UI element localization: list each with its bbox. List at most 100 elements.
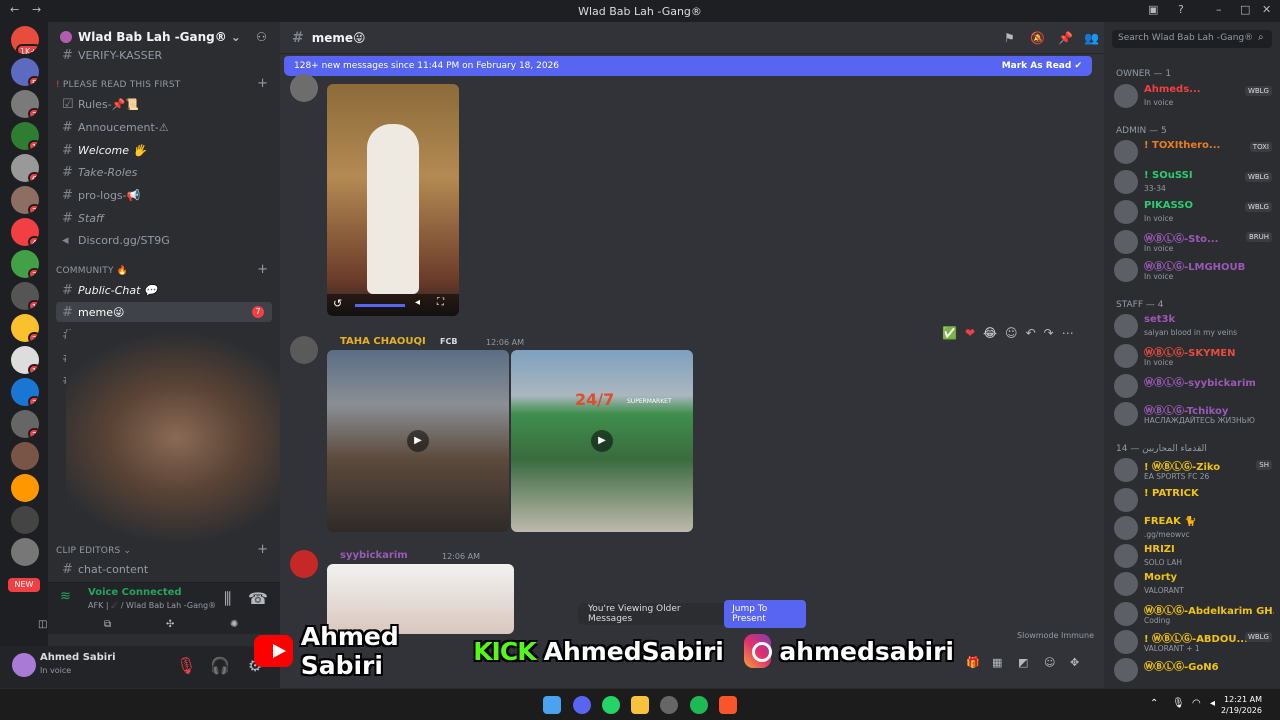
pin-icon[interactable]: 📌 xyxy=(1058,31,1073,45)
check-reaction-icon[interactable]: ✅ xyxy=(942,326,957,340)
screenshare-icon[interactable]: ⧉ xyxy=(104,619,111,630)
member-list-icon[interactable]: 👥 xyxy=(1084,31,1099,45)
signal-icon[interactable]: ≋ xyxy=(60,589,71,604)
search-input[interactable]: Search Wlad Bab Lah -Gang® xyxy=(1112,30,1272,48)
member-item[interactable]: ⓌⒷⓁⒼ-Abdelkarim GH... Coding xyxy=(1112,600,1278,628)
add-channel-icon[interactable]: + xyxy=(257,76,268,91)
replay-icon[interactable]: ↺ xyxy=(333,297,342,310)
avatar[interactable] xyxy=(1114,230,1138,254)
wifi-icon[interactable]: ◠ xyxy=(1192,698,1201,709)
server-icon[interactable] xyxy=(11,506,39,534)
server-icon[interactable] xyxy=(11,442,39,470)
member-item[interactable]: ⓌⒷⓁⒼ-syybickarim xyxy=(1112,372,1278,400)
channel-take-roles[interactable]: # Take-Roles xyxy=(56,162,272,182)
soundboard-button-icon[interactable]: ✺ xyxy=(230,619,238,630)
maximize-icon[interactable]: □ xyxy=(1240,3,1250,16)
search-icon[interactable]: ⌕ xyxy=(1258,32,1264,43)
whatsapp-icon[interactable] xyxy=(602,696,620,714)
video-attachment[interactable]: 24/7 SUPERMARKET ▶ xyxy=(511,350,693,532)
app-icon[interactable] xyxy=(660,696,678,714)
avatar[interactable] xyxy=(1114,658,1138,682)
spotify-icon[interactable] xyxy=(690,696,708,714)
avatar[interactable] xyxy=(1114,84,1138,108)
channel-public-chat[interactable]: # Public-Chat 💬 xyxy=(56,280,272,300)
start-icon[interactable] xyxy=(543,696,561,714)
add-channel-icon[interactable]: + xyxy=(257,542,268,557)
avatar[interactable] xyxy=(1114,572,1138,596)
member-item[interactable]: Ahmeds... In voice WBLG xyxy=(1112,82,1278,110)
member-item[interactable]: ! SOuSSI 33-34 WBLG xyxy=(1112,168,1278,196)
avatar[interactable] xyxy=(1114,630,1138,654)
jump-to-present-button[interactable]: Jump To Present xyxy=(724,600,806,628)
laugh-reaction-icon[interactable]: 😂 xyxy=(983,326,997,340)
member-item[interactable]: ⓌⒷⓁⒼ-GoN6 xyxy=(1112,656,1278,684)
tray-chevron-icon[interactable]: ⌃ xyxy=(1150,698,1158,709)
avatar[interactable] xyxy=(1114,200,1138,224)
avatar[interactable] xyxy=(1114,516,1138,540)
server-icon-home[interactable]: 1K+ xyxy=(11,26,39,54)
member-item[interactable]: ⓌⒷⓁⒼ-Sto... In voice BRUH xyxy=(1112,228,1278,256)
server-icon[interactable]: 2 xyxy=(11,314,39,342)
headphones-icon[interactable]: 🎧 xyxy=(210,656,230,675)
avatar[interactable] xyxy=(1114,402,1138,426)
channel-annoucement[interactable]: # Annoucement-⚠ xyxy=(56,117,272,137)
category-read-first[interactable]: ! PLEASE READ THIS FIRST xyxy=(56,80,181,90)
member-item[interactable]: set3k saiyan blood in my veins xyxy=(1112,312,1278,340)
server-icon[interactable]: 1 xyxy=(11,346,39,374)
avatar[interactable] xyxy=(1114,258,1138,282)
soundboard-icon[interactable]: ⫼ xyxy=(224,589,231,609)
server-icon[interactable]: 3 xyxy=(11,410,39,438)
video-attachment[interactable]: ▶ xyxy=(327,350,509,532)
sticker-icon[interactable]: ◩ xyxy=(1018,656,1028,669)
server-icon[interactable]: 3 xyxy=(11,250,39,278)
apps-icon[interactable]: ✥ xyxy=(1070,656,1079,669)
message-author[interactable]: syybickarim xyxy=(340,550,408,561)
mic-tray-icon[interactable]: 🎙 xyxy=(1172,698,1185,709)
server-icon[interactable]: 4 xyxy=(11,218,39,246)
channel-pro-logs[interactable]: # pro-logs-📢 xyxy=(56,185,272,205)
activity-icon[interactable]: ✣ xyxy=(166,619,174,630)
server-icon[interactable]: 3 xyxy=(11,186,39,214)
emoji-icon[interactable]: ☺ xyxy=(1044,656,1055,669)
video-attachment[interactable]: ↺ ◂ ⛶ xyxy=(327,84,459,316)
volume-tray-icon[interactable]: ◂ xyxy=(1210,698,1215,709)
help-icon[interactable]: ? xyxy=(1178,3,1184,16)
member-item[interactable]: PIKASSO In voice WBLG xyxy=(1112,198,1278,226)
disconnect-icon[interactable]: ☎ xyxy=(248,589,268,608)
avatar[interactable] xyxy=(290,74,318,102)
avatar[interactable] xyxy=(1114,170,1138,194)
inbox-icon[interactable]: ▣ xyxy=(1148,3,1158,16)
avatar[interactable] xyxy=(1114,488,1138,512)
threads-icon[interactable]: ⚑ xyxy=(1004,31,1015,45)
forward-icon[interactable]: ↷ xyxy=(1044,326,1054,340)
avatar[interactable] xyxy=(1114,314,1138,338)
close-icon[interactable]: ✕ xyxy=(1262,3,1271,16)
brave-icon[interactable] xyxy=(719,696,737,714)
file-explorer-icon[interactable] xyxy=(631,696,649,714)
server-icon[interactable] xyxy=(11,538,39,566)
notification-mute-icon[interactable]: 🔕 xyxy=(1030,31,1045,45)
gift-icon[interactable]: 🎁 xyxy=(966,656,980,669)
member-item[interactable]: ! PATRICK xyxy=(1112,486,1278,514)
server-icon[interactable]: 3 xyxy=(11,378,39,406)
discord-icon[interactable] xyxy=(573,696,591,714)
member-item[interactable]: ⓌⒷⓁⒼ-LMGHOUB In voice xyxy=(1112,256,1278,284)
volume-icon[interactable]: ◂ xyxy=(415,297,420,308)
gif-icon[interactable]: ▦ xyxy=(992,656,1002,669)
message-author[interactable]: TAHA CHAOUQI xyxy=(340,336,426,347)
member-item[interactable]: ! ⓌⒷⓁⒼ-ABDOU... VALORANT + 1 WBLG xyxy=(1112,628,1278,656)
server-icon[interactable] xyxy=(11,474,39,502)
fullscreen-icon[interactable]: ⛶ xyxy=(437,297,444,308)
server-icon[interactable]: 5 xyxy=(11,58,39,86)
minimize-icon[interactable]: – xyxy=(1216,3,1222,16)
member-item[interactable]: FREAK 🐈 .gg/meowvc xyxy=(1112,514,1278,542)
server-icon[interactable]: 1 xyxy=(11,282,39,310)
category-clip-editors[interactable]: Clip Editors ⌄ xyxy=(56,546,131,556)
mute-mic-icon[interactable]: 🎙 xyxy=(176,656,196,675)
add-reaction-icon[interactable]: ☺ xyxy=(1005,326,1018,340)
system-clock[interactable]: 12:21 AM 2/19/2026 xyxy=(1221,694,1262,716)
channel-welcome[interactable]: # Welcome 🖐 xyxy=(56,140,272,160)
server-icon[interactable]: 3 xyxy=(11,90,39,118)
more-icon[interactable]: ⋯ xyxy=(1062,326,1074,340)
member-item[interactable]: ! ⓌⒷⓁⒼ-Ziko EA SPORTS FC 26 SH xyxy=(1112,456,1278,484)
